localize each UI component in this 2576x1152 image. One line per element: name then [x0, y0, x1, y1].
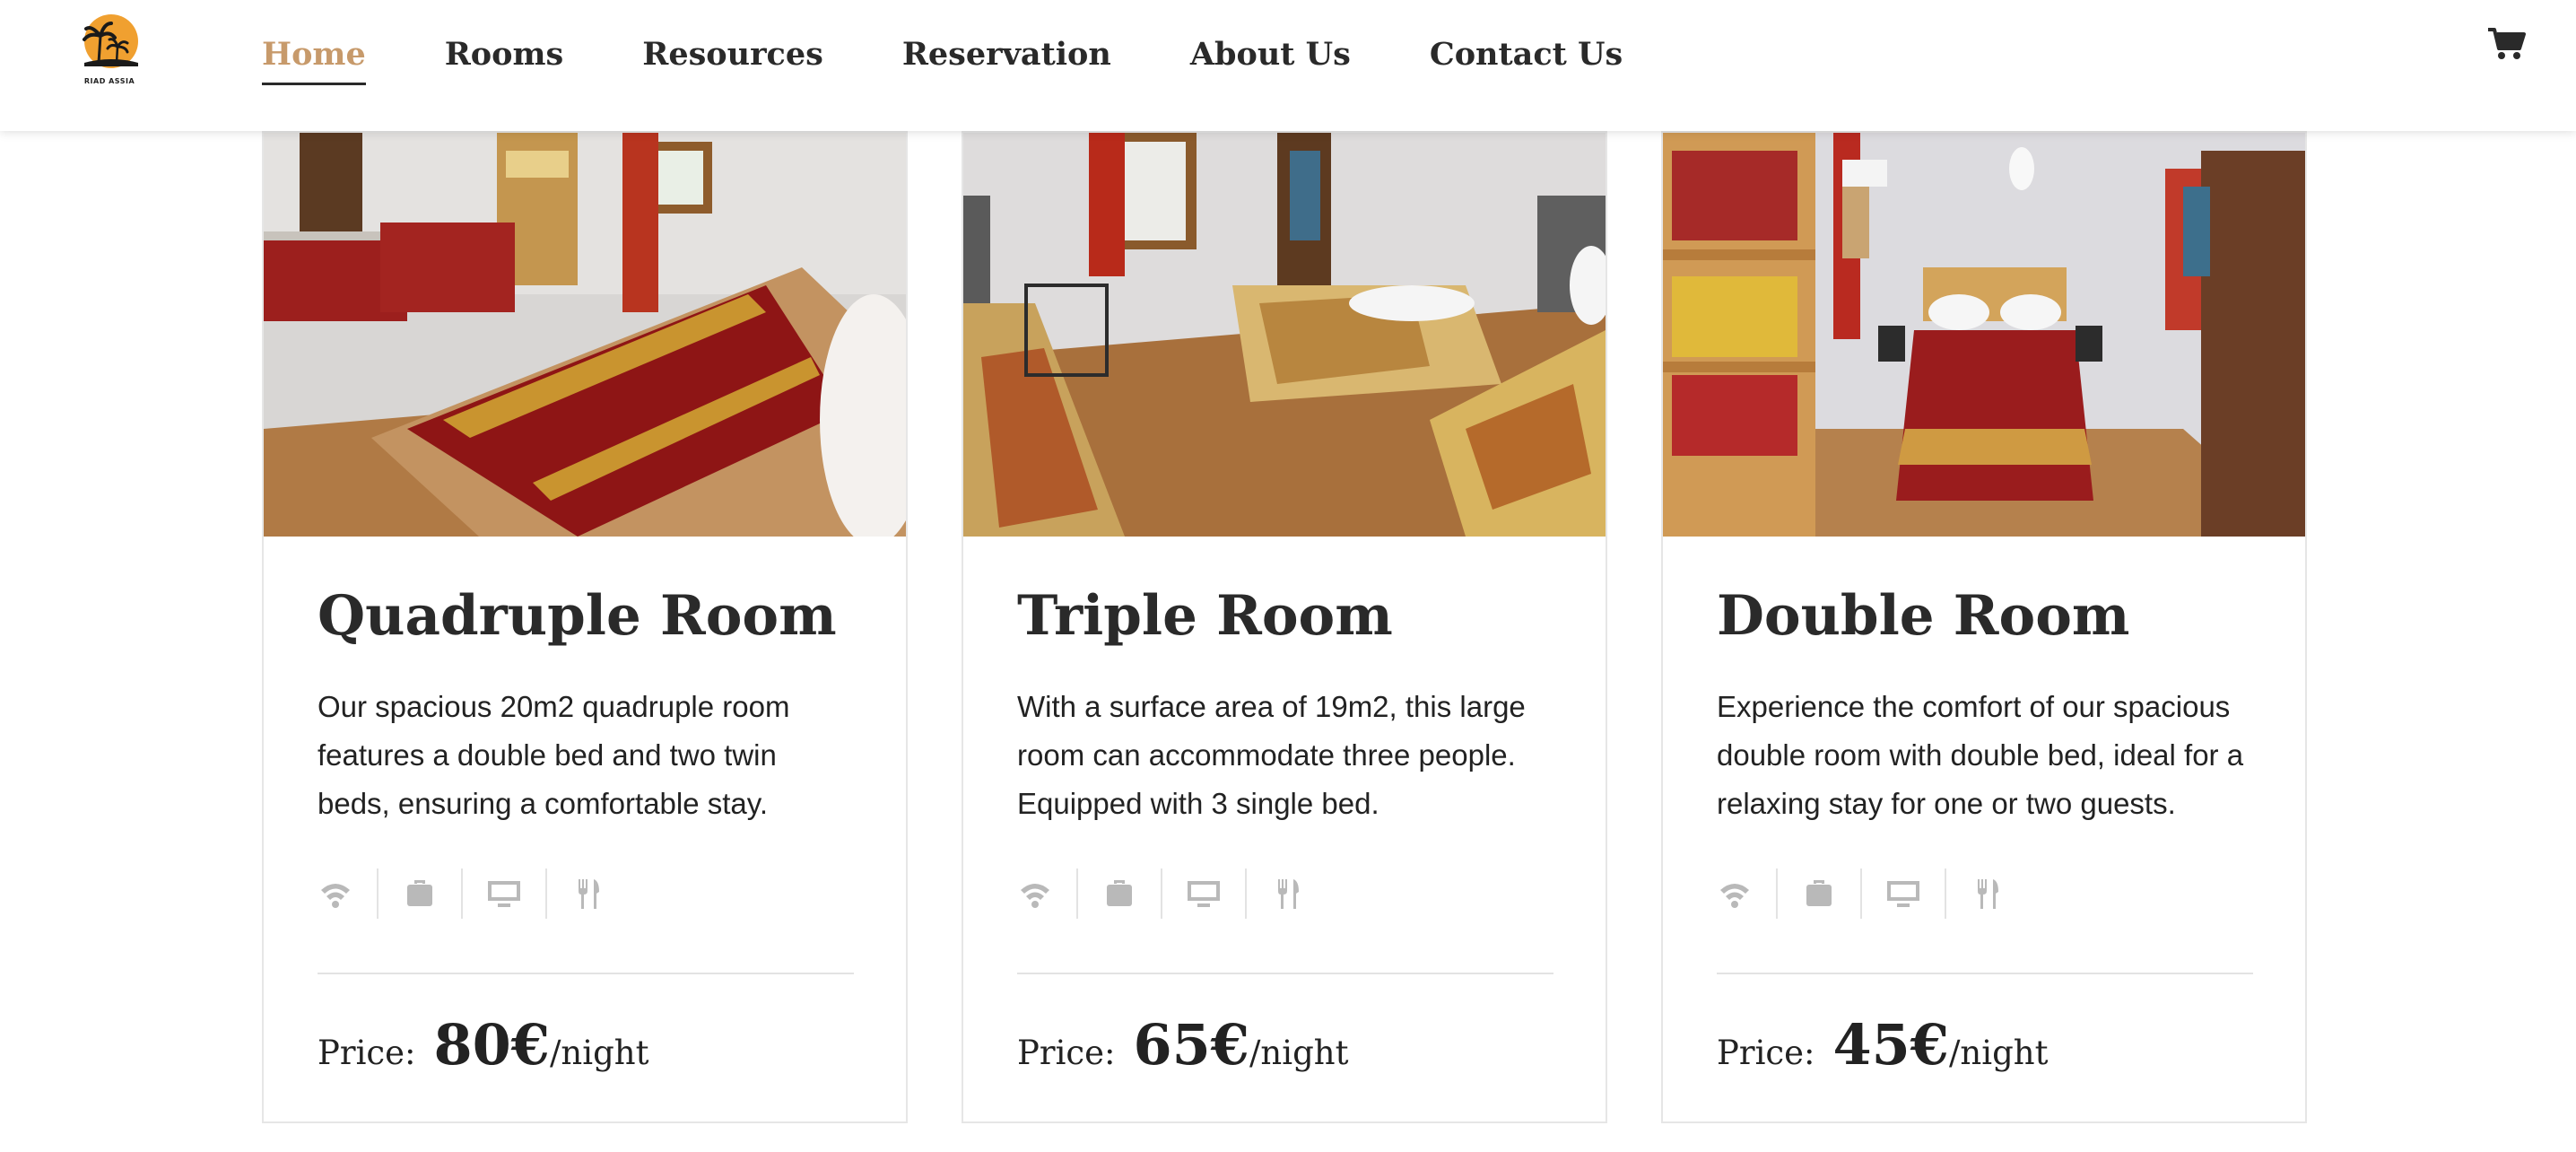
- room-title: Double Room: [1717, 584, 2130, 648]
- room-card-quadruple[interactable]: Quadruple Room Our spacious 20m2 quadrup…: [262, 131, 908, 1123]
- amenities-list: [1017, 868, 1329, 919]
- wifi-icon: [1717, 868, 1778, 919]
- price-value: 65€: [1133, 1012, 1249, 1078]
- room-description: Our spacious 20m2 quadruple room feature…: [318, 690, 790, 821]
- card-divider: [318, 973, 854, 974]
- price-unit: /night: [1249, 1034, 1349, 1072]
- luggage-icon: [1778, 868, 1862, 919]
- tv-icon: [463, 868, 547, 919]
- luggage-icon: [379, 868, 463, 919]
- restaurant-icon: [1946, 868, 2029, 919]
- wifi-icon: [318, 868, 379, 919]
- tv-icon: [1162, 868, 1247, 919]
- main-nav: Home Rooms Resources Reservation About U…: [262, 36, 1701, 85]
- price-row: Price: 45€ /night: [1717, 1012, 2048, 1078]
- shopping-cart-icon[interactable]: [2488, 27, 2526, 61]
- price-row: Price: 65€ /night: [1017, 1012, 1348, 1078]
- nav-home[interactable]: Home: [262, 36, 366, 85]
- room-cards: Quadruple Room Our spacious 20m2 quadrup…: [262, 131, 2361, 1123]
- amenities-list: [1717, 868, 2029, 919]
- price-label: Price:: [1717, 1034, 1815, 1072]
- room-description: Experience the comfort of our spacious d…: [1717, 690, 2244, 821]
- nav-resources[interactable]: Resources: [642, 36, 823, 85]
- luggage-icon: [1078, 868, 1162, 919]
- nav-about-us[interactable]: About Us: [1190, 36, 1351, 85]
- restaurant-icon: [547, 868, 630, 919]
- price-label: Price:: [1017, 1034, 1116, 1072]
- logo-emblem: [83, 14, 138, 68]
- amenities-list: [318, 868, 630, 919]
- room-card-triple[interactable]: Triple Room With a surface area of 19m2,…: [962, 131, 1607, 1123]
- room-title: Quadruple Room: [318, 584, 837, 648]
- restaurant-icon: [1247, 868, 1329, 919]
- nav-contact-us[interactable]: Contact Us: [1430, 36, 1623, 85]
- room-photo-quadruple: [264, 133, 906, 537]
- price-value: 45€: [1832, 1012, 1949, 1078]
- top-navbar: RIAD ASSIA Home Rooms Resources Reservat…: [0, 0, 2576, 131]
- card-divider: [1017, 973, 1553, 974]
- room-photo-double: [1663, 133, 2305, 537]
- card-divider: [1717, 973, 2253, 974]
- logo-text: RIAD ASSIA: [83, 77, 135, 85]
- room-card-double[interactable]: Double Room Experience the comfort of ou…: [1661, 131, 2307, 1123]
- nav-reservation[interactable]: Reservation: [902, 36, 1111, 85]
- price-row: Price: 80€ /night: [318, 1012, 648, 1078]
- price-unit: /night: [549, 1034, 649, 1072]
- riad-assia-logo[interactable]: RIAD ASSIA: [77, 13, 142, 90]
- room-photo-triple: [963, 133, 1606, 537]
- price-unit: /night: [1948, 1034, 2049, 1072]
- room-title: Triple Room: [1017, 584, 1393, 648]
- nav-rooms[interactable]: Rooms: [445, 36, 564, 85]
- tv-icon: [1862, 868, 1946, 919]
- price-label: Price:: [318, 1034, 416, 1072]
- room-description: With a surface area of 19m2, this large …: [1017, 690, 1526, 821]
- wifi-icon: [1017, 868, 1078, 919]
- price-value: 80€: [433, 1012, 550, 1078]
